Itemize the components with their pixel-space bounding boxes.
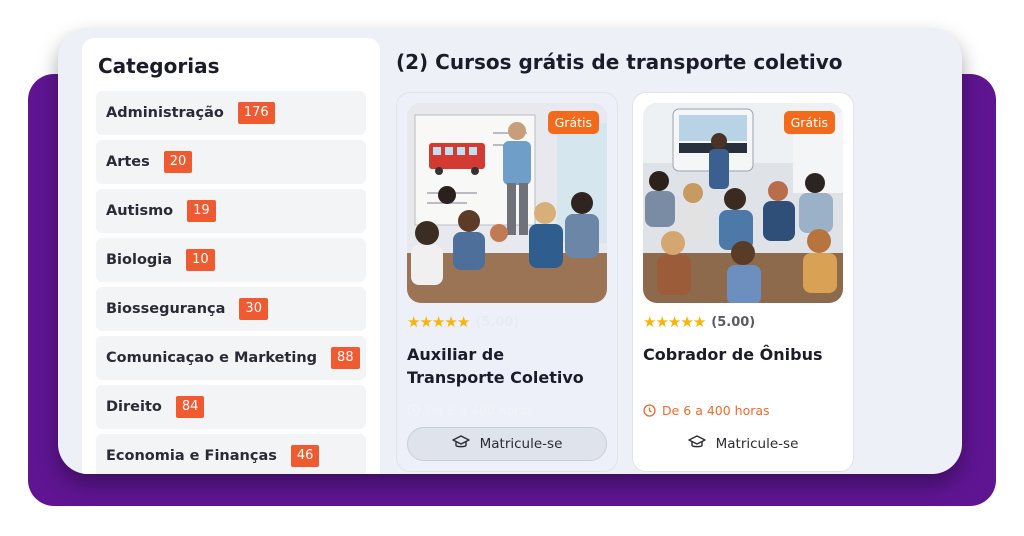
- clock-icon: [643, 404, 656, 417]
- category-item-artes[interactable]: Artes 20: [96, 140, 366, 184]
- category-label: Biossegurança: [106, 301, 226, 317]
- enroll-label: Matricule-se: [715, 436, 799, 452]
- category-item-direito[interactable]: Direito 84: [96, 385, 366, 429]
- category-item-biosseguranca[interactable]: Biossegurança 30: [96, 287, 366, 331]
- course-title[interactable]: Auxiliar de Transporte Coletivo: [407, 343, 607, 389]
- page-title: (2) Cursos grátis de transporte coletivo: [396, 50, 843, 74]
- category-label: Economia e Finanças: [106, 448, 277, 464]
- enroll-button[interactable]: Matricule-se: [643, 427, 843, 461]
- category-label: Comunicaçao e Marketing: [106, 350, 318, 366]
- category-item-comunicacao-marketing[interactable]: Comunicaçao e Marketing 88: [96, 336, 366, 380]
- category-count-badge: 10: [186, 249, 215, 271]
- star-icon: ★: [431, 312, 445, 331]
- category-count-badge: 46: [290, 445, 320, 467]
- enroll-button[interactable]: Matricule-se: [407, 427, 607, 461]
- duration-text: De 6 a 400 horas: [426, 403, 534, 418]
- category-count-badge: 88: [331, 347, 360, 369]
- star-icon: ★: [655, 312, 668, 331]
- course-duration: De 6 a 400 horas: [643, 403, 843, 418]
- category-label: Autismo: [106, 203, 174, 219]
- star-icon: ★: [419, 312, 432, 331]
- category-item-biologia[interactable]: Biologia 10: [96, 238, 366, 282]
- star-icon: ★: [692, 312, 706, 331]
- free-badge: Grátis: [783, 111, 835, 134]
- category-item-administracao[interactable]: Administração 176: [96, 91, 366, 135]
- category-label: Artes: [106, 154, 150, 170]
- star-icon: ★: [456, 312, 470, 331]
- graduation-cap-icon: [687, 435, 706, 453]
- star-icon: ★: [444, 312, 457, 331]
- star-icon: ★: [407, 312, 420, 331]
- rating-stars: ★ ★ ★ ★ ★ (5.00): [407, 313, 607, 331]
- course-panel: Categorias Administração 176 Artes 20 Au…: [58, 28, 962, 474]
- category-label: Direito: [106, 399, 162, 415]
- duration-text: De 6 a 400 horas: [662, 403, 770, 418]
- category-count-badge: 84: [175, 396, 205, 418]
- graduation-cap-icon: [451, 435, 470, 453]
- categories-sidebar: Categorias Administração 176 Artes 20 Au…: [82, 38, 380, 474]
- course-title[interactable]: Cobrador de Ônibus: [643, 343, 843, 389]
- category-count-badge: 176: [237, 102, 275, 124]
- rating-value: (5.00): [475, 314, 520, 330]
- courses-main: (2) Cursos grátis de transporte coletivo: [396, 50, 936, 472]
- category-count-badge: 20: [163, 151, 193, 173]
- category-count-badge: 19: [187, 200, 216, 222]
- category-count-badge: 30: [239, 298, 268, 320]
- category-label: Administração: [106, 105, 224, 121]
- star-icon: ★: [643, 312, 656, 331]
- course-duration: De 6 a 400 horas: [407, 403, 607, 418]
- course-image[interactable]: Grátis: [643, 103, 843, 303]
- rating-value: (5.00): [711, 314, 756, 330]
- category-item-autismo[interactable]: Autismo 19: [96, 189, 366, 233]
- star-icon: ★: [667, 312, 681, 331]
- star-icon: ★: [680, 312, 693, 331]
- category-label: Biologia: [106, 252, 173, 268]
- category-item-economia-financas[interactable]: Economia e Finanças 46: [96, 434, 366, 474]
- course-image[interactable]: Grátis: [407, 103, 607, 303]
- course-card[interactable]: Grátis ★ ★ ★ ★ ★ (5.00) Auxiliar de Tran…: [396, 92, 618, 472]
- clock-icon: [407, 404, 420, 417]
- course-card[interactable]: Grátis ★ ★ ★ ★ ★ (5.00) Cobrador de Ônib…: [632, 92, 854, 472]
- sidebar-title: Categorias: [98, 54, 220, 78]
- rating-stars: ★ ★ ★ ★ ★ (5.00): [643, 313, 843, 331]
- enroll-label: Matricule-se: [479, 436, 563, 452]
- free-badge: Grátis: [547, 111, 599, 134]
